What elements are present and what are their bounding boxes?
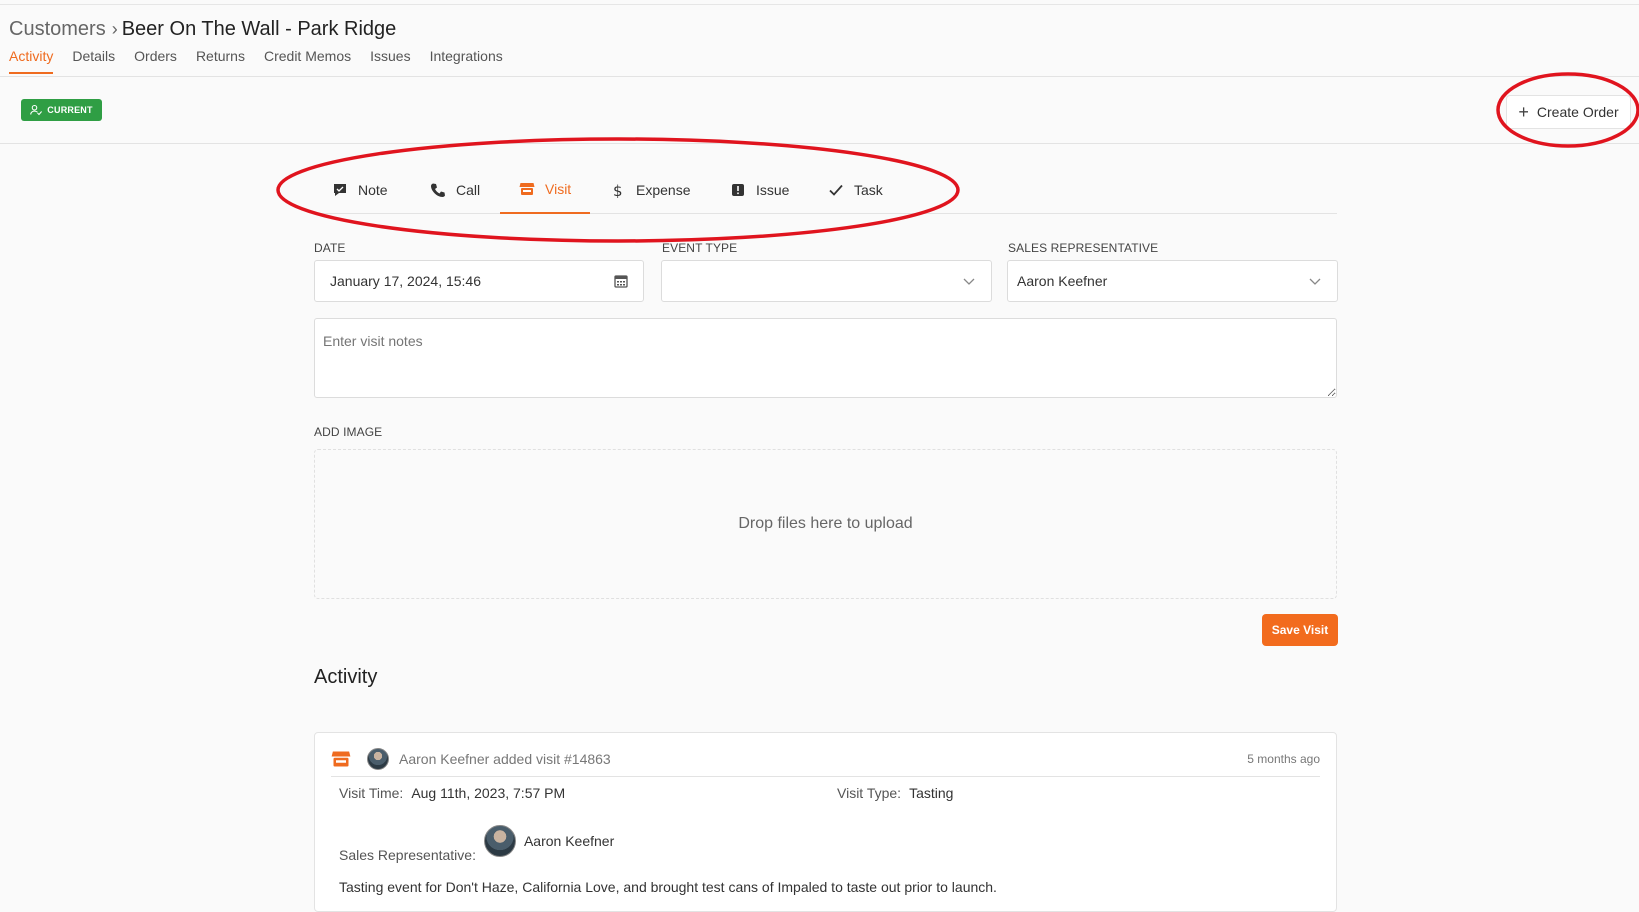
visit-time-value: Aug 11th, 2023, 7:57 PM <box>411 785 566 801</box>
activity-notes: Tasting event for Don't Haze, California… <box>339 879 997 895</box>
sales-rep-row-label: Sales Representative: <box>339 847 476 863</box>
visit-time-row: Visit Time: Aug 11th, 2023, 7:57 PM <box>339 781 565 805</box>
store-icon <box>519 183 535 195</box>
store-icon <box>331 751 351 767</box>
dropzone-text: Drop files here to upload <box>738 515 913 532</box>
tab-credit-memos[interactable]: Credit Memos <box>264 48 351 74</box>
alert-icon <box>732 183 744 196</box>
date-field[interactable]: January 17, 2024, 15:46 <box>314 260 644 302</box>
type-tab-call-label: Call <box>456 181 481 198</box>
type-tab-task-label: Task <box>854 181 883 198</box>
breadcrumb: Customers › Beer On The Wall - Park Ridg… <box>9 16 396 42</box>
status-badge-label: CURRENT <box>47 105 93 115</box>
type-tab-task[interactable]: Task <box>828 166 883 213</box>
top-border <box>0 4 1639 5</box>
activity-heading: Activity <box>314 666 378 688</box>
add-image-label: ADD IMAGE <box>314 425 383 439</box>
type-tab-expense-label: Expense <box>636 181 691 198</box>
tabs-divider <box>0 76 1639 77</box>
visit-type-label: Visit Type: <box>837 785 902 801</box>
visit-type-value: Tasting <box>909 785 954 801</box>
create-order-label: Create Order <box>1536 104 1619 120</box>
type-tab-visit-label: Visit <box>545 181 572 197</box>
activity-card-header: Aaron Keefner added visit #14863 5 month… <box>331 745 1320 773</box>
plus-icon: + <box>1518 102 1529 122</box>
event-type-label: EVENT TYPE <box>662 241 738 255</box>
activity-author[interactable]: Aaron Keefner added visit #14863 <box>399 751 611 767</box>
customer-tabs: Activity Details Orders Returns Credit M… <box>9 48 522 74</box>
chevron-down-icon <box>1309 278 1321 285</box>
phone-icon <box>431 183 445 197</box>
sales-rep-value: Aaron Keefner <box>1017 273 1108 289</box>
breadcrumb-customers-link[interactable]: Customers <box>9 18 106 41</box>
tab-returns[interactable]: Returns <box>196 48 245 74</box>
svg-text:$: $ <box>613 182 623 198</box>
date-value: January 17, 2024, 15:46 <box>330 273 482 289</box>
avatar <box>367 748 389 770</box>
card-divider <box>331 776 1320 777</box>
activity-card: Aaron Keefner added visit #14863 5 month… <box>314 732 1337 912</box>
save-visit-button[interactable]: Save Visit <box>1262 614 1338 646</box>
visit-notes-input[interactable] <box>314 318 1337 398</box>
image-dropzone[interactable]: Drop files here to upload <box>314 449 1337 599</box>
status-badge: CURRENT <box>21 99 102 121</box>
visit-type-row: Visit Type: Tasting <box>837 781 953 805</box>
tab-activity[interactable]: Activity <box>9 48 54 74</box>
chevron-right-icon: › <box>111 18 118 39</box>
type-tab-issue[interactable]: Issue <box>730 166 789 213</box>
create-order-button[interactable]: + Create Order <box>1506 95 1631 129</box>
chevron-down-icon <box>963 278 975 285</box>
type-tab-note[interactable]: Note <box>332 166 388 213</box>
tab-integrations[interactable]: Integrations <box>430 48 503 74</box>
visit-time-label: Visit Time: <box>339 785 404 801</box>
calendar-icon <box>614 275 628 288</box>
type-tab-issue-label: Issue <box>756 181 790 198</box>
type-tab-call[interactable]: Call <box>430 166 480 213</box>
sales-rep-label: SALES REPRESENTATIVE <box>1008 241 1159 255</box>
activity-time-ago: 5 months ago <box>1247 752 1320 766</box>
date-label: DATE <box>314 241 346 255</box>
type-tab-note-label: Note <box>358 181 388 198</box>
dollar-icon: $ <box>613 182 623 198</box>
type-tab-visit[interactable]: Visit <box>500 166 591 214</box>
check-icon <box>829 184 843 196</box>
tab-issues[interactable]: Issues <box>370 48 410 74</box>
sales-rep-row-value: Aaron Keefner <box>523 833 615 849</box>
avatar <box>483 825 516 857</box>
type-tab-expense[interactable]: $ Expense <box>610 166 690 213</box>
sales-rep-select[interactable]: Aaron Keefner <box>1007 260 1338 302</box>
page-title: Beer On The Wall - Park Ridge <box>121 17 397 40</box>
tab-orders[interactable]: Orders <box>134 48 177 74</box>
tab-details[interactable]: Details <box>72 48 115 74</box>
event-type-select[interactable] <box>661 260 992 302</box>
user-check-icon <box>30 104 43 116</box>
activity-type-tabs: Note Call Visit $ Expense Issue Task <box>314 166 1337 214</box>
header-divider <box>0 143 1639 144</box>
sales-rep-row: Sales Representative: Aaron Keefner <box>339 825 614 865</box>
note-icon <box>334 183 346 196</box>
